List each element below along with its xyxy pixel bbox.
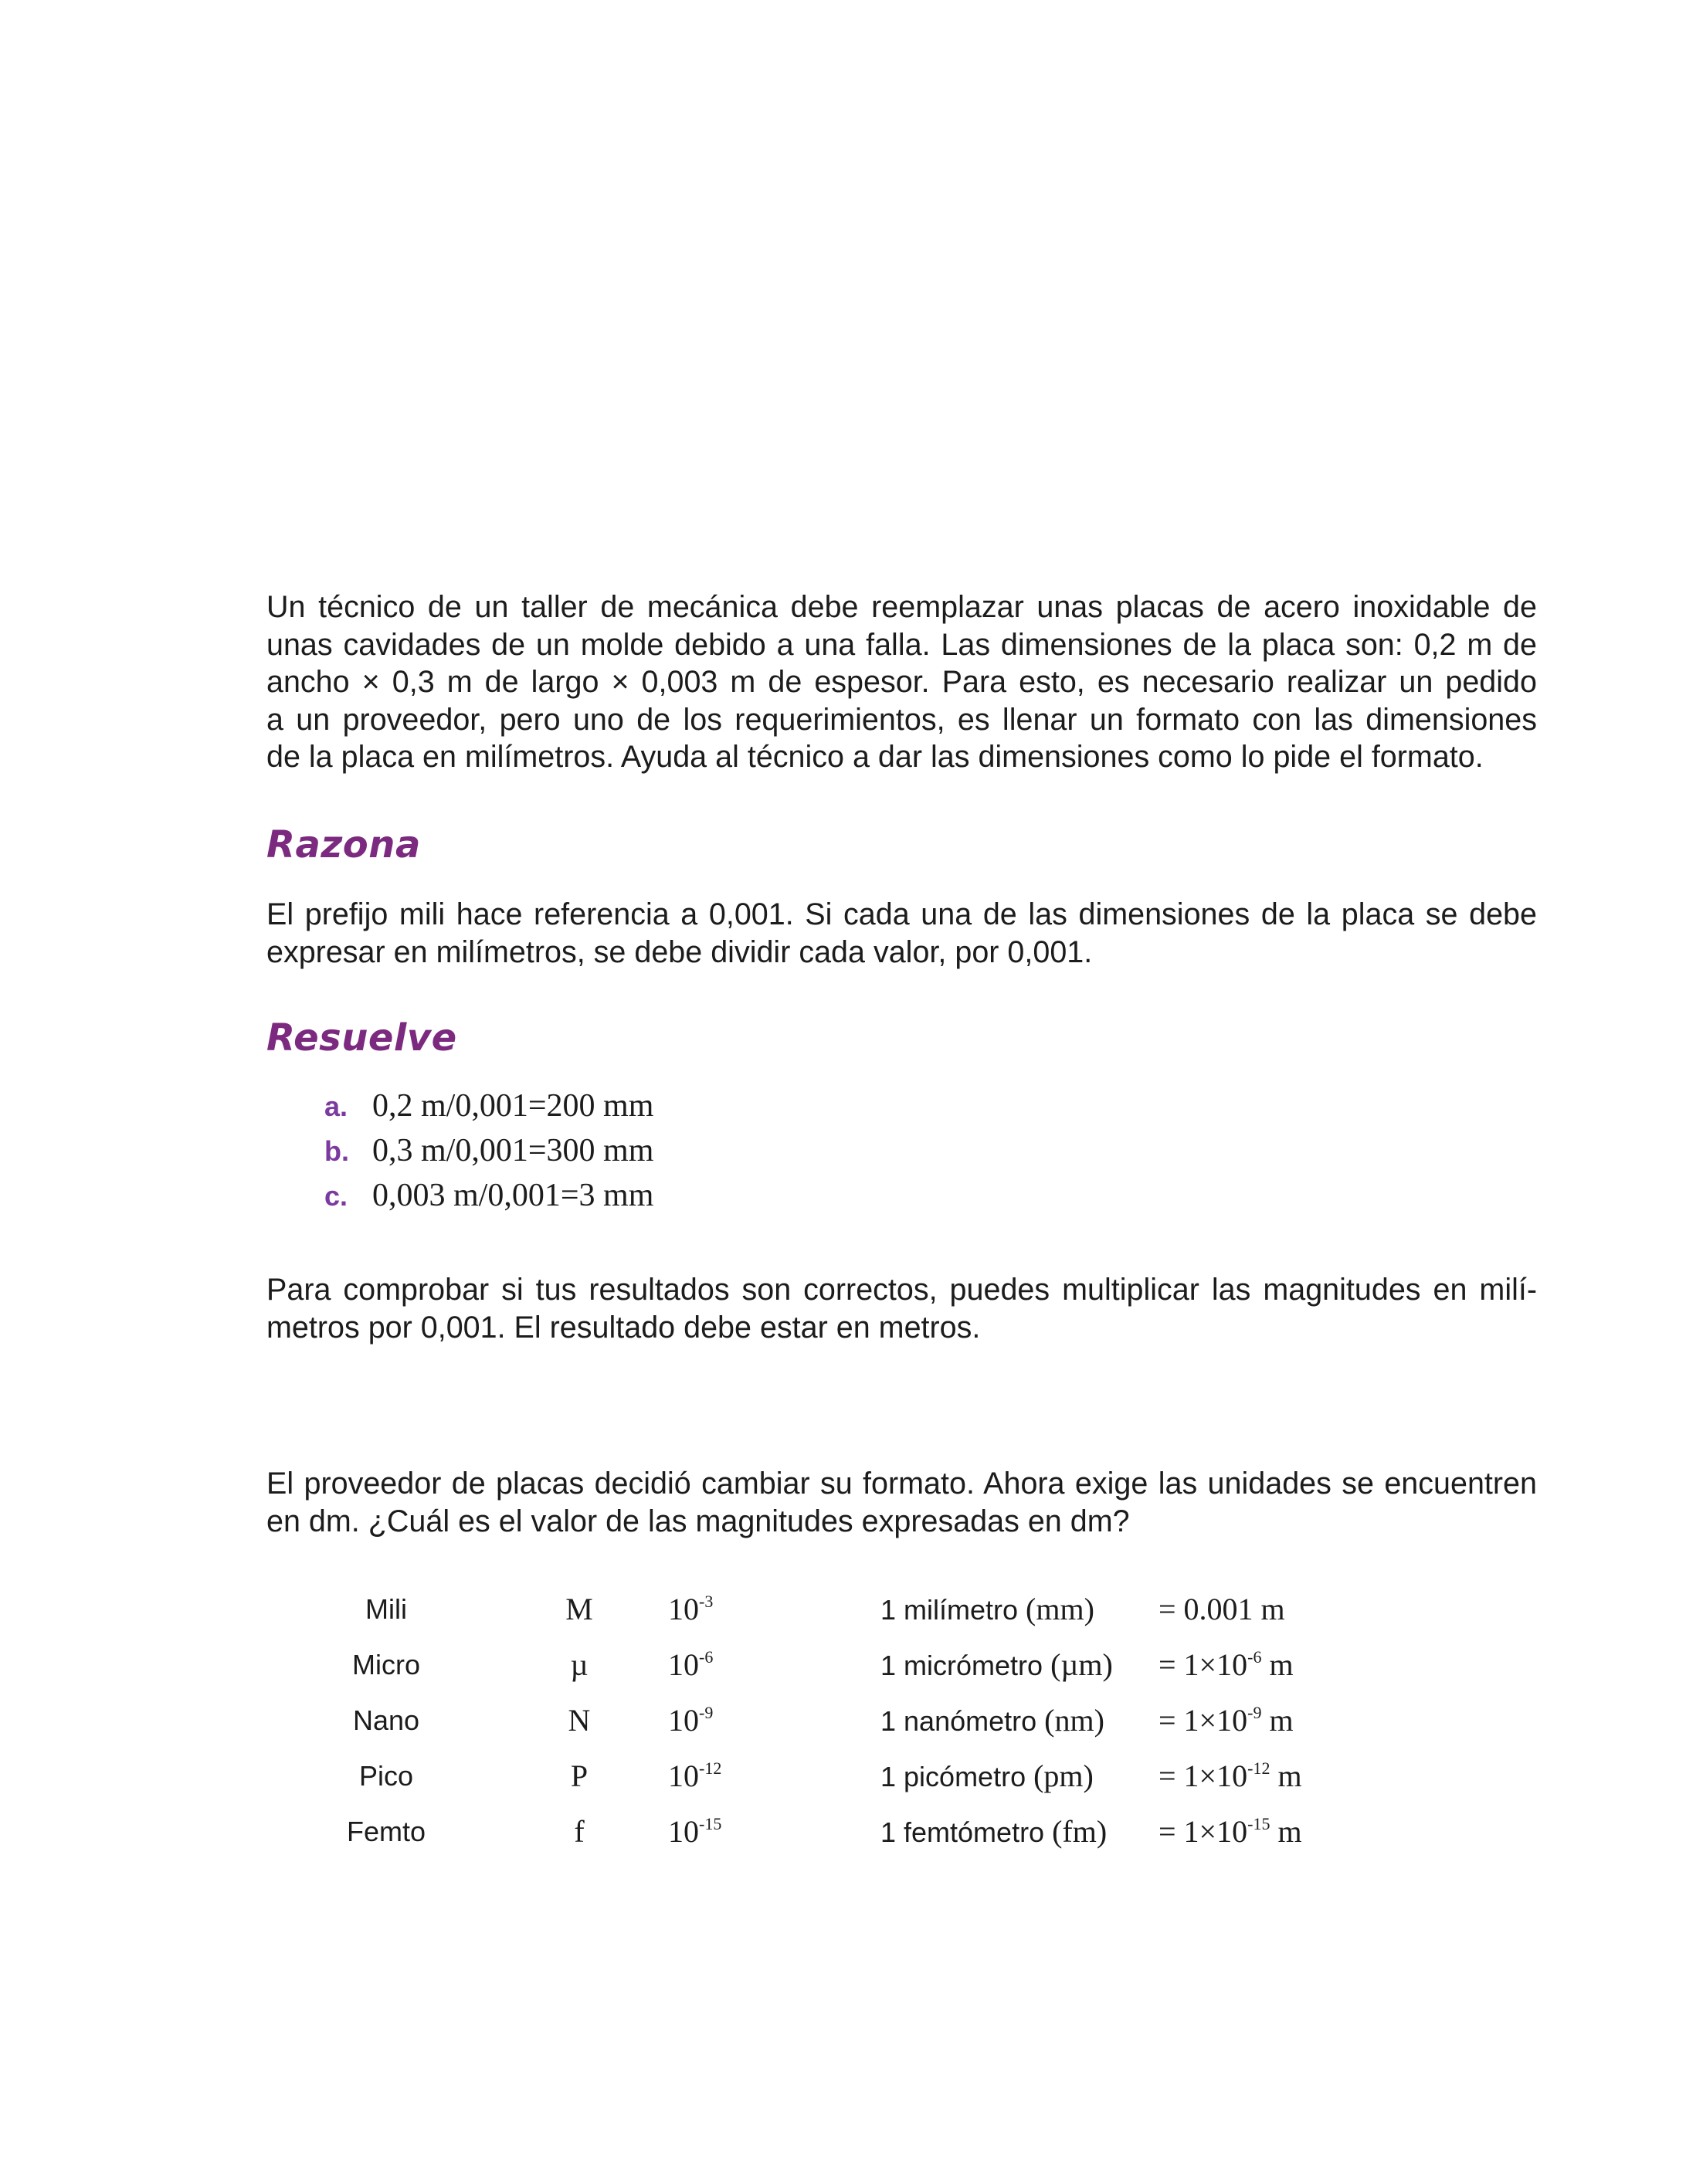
- intro-line: de la placa en milímetros. Ayuda al técn…: [266, 740, 1484, 774]
- prefix-equivalence: = 0.001 m: [1158, 1582, 1285, 1637]
- prefix-name: Mili: [365, 1593, 407, 1625]
- prefix-equivalence: = 1×10-9 m: [1158, 1693, 1294, 1748]
- intro-line: ancho × 0,3 m de largo × 0,003 m de espe…: [266, 665, 1537, 699]
- prefix-name: Micro: [352, 1649, 420, 1680]
- resuelve-heading: Resuelve: [266, 1016, 457, 1060]
- intro-line: a un proveedor, pero uno de los requerim…: [266, 702, 1537, 737]
- power-exponent: -3: [699, 1592, 714, 1611]
- razona-line: El prefijo mili hace referencia a 0,001.…: [266, 897, 1537, 931]
- list-item: b. 0,3 m/0,001=300 mm: [324, 1128, 653, 1173]
- prefix-power: 10-3: [668, 1582, 713, 1637]
- eq-exponent: -12: [1247, 1758, 1270, 1778]
- item-label: a.: [324, 1090, 348, 1122]
- intro-line: unas cavidades de un molde debido a una …: [266, 627, 1537, 662]
- eq-exponent: -15: [1247, 1814, 1270, 1833]
- prefix-definition: 1 nanómetro (nm): [880, 1693, 1104, 1749]
- power-base: 10: [668, 1592, 699, 1626]
- prefix-definition: 1 femtómetro (fm): [880, 1804, 1107, 1860]
- eq-exponent: -6: [1247, 1647, 1262, 1667]
- table-row: Femto f 10-15 1 femtómetro (fm) = 1×10-1…: [293, 1804, 1375, 1860]
- intro-paragraph: Un técnico de un taller de mecánica debe…: [266, 588, 1537, 776]
- check-line: Para comprobar si tus resultados son cor…: [266, 1273, 1537, 1307]
- prefix-power: 10-9: [668, 1693, 713, 1748]
- definition-word: 1 micrómetro: [880, 1650, 1043, 1681]
- prefix-symbol: µ: [570, 1647, 589, 1682]
- eq-pre: = 1×10: [1158, 1647, 1248, 1682]
- list-item: a. 0,2 m/0,001=200 mm: [324, 1084, 653, 1128]
- eq-post: m: [1270, 1814, 1302, 1849]
- power-exponent: -9: [699, 1703, 714, 1722]
- item-label: b.: [324, 1135, 349, 1167]
- definition-unit: (mm): [1026, 1592, 1094, 1626]
- intro-line: Un técnico de un taller de mecánica debe…: [266, 590, 1537, 624]
- eq-pre: = 0.001 m: [1158, 1592, 1285, 1626]
- prefix-name: Nano: [352, 1704, 420, 1736]
- prefix-symbol: f: [574, 1814, 585, 1849]
- prefix-symbol: M: [565, 1592, 593, 1626]
- prefix-equivalence: = 1×10-6 m: [1158, 1637, 1294, 1693]
- resuelve-list: a. 0,2 m/0,001=200 mm b. 0,3 m/0,001=300 m…: [324, 1084, 653, 1218]
- power-base: 10: [668, 1814, 699, 1849]
- prefix-power: 10-12: [668, 1748, 721, 1804]
- power-base: 10: [668, 1758, 699, 1793]
- item-expression: 0,2 m/0,001=200 mm: [372, 1088, 654, 1124]
- prefix-name: Femto: [346, 1816, 426, 1847]
- power-exponent: -15: [699, 1814, 722, 1833]
- item-expression: 0,003 m/0,001=3 mm: [372, 1178, 654, 1213]
- razona-line: expresar en milímetros, se debe dividir …: [266, 934, 1093, 969]
- table-row: Pico P 10-12 1 picómetro (pm) = 1×10-12 …: [293, 1748, 1375, 1804]
- power-base: 10: [668, 1647, 699, 1682]
- check-paragraph: Para comprobar si tus resultados son cor…: [266, 1271, 1537, 1346]
- proveedor-line: El proveedor de placas decidió cambiar s…: [266, 1467, 1537, 1501]
- prefix-name: Pico: [358, 1760, 414, 1792]
- definition-word: 1 milímetro: [880, 1594, 1019, 1626]
- razona-paragraph: El prefijo mili hace referencia a 0,001.…: [266, 896, 1537, 971]
- proveedor-paragraph: El proveedor de placas decidió cambiar s…: [266, 1465, 1537, 1540]
- eq-pre: = 1×10: [1158, 1814, 1248, 1849]
- definition-word: 1 picómetro: [880, 1761, 1026, 1792]
- definition-unit: (µm): [1050, 1647, 1113, 1682]
- eq-post: m: [1261, 1703, 1294, 1738]
- prefix-definition: 1 milímetro (mm): [880, 1582, 1094, 1638]
- eq-post: m: [1270, 1758, 1302, 1793]
- definition-word: 1 femtómetro: [880, 1816, 1045, 1848]
- eq-exponent: -9: [1247, 1703, 1262, 1722]
- definition-unit: (pm): [1033, 1758, 1094, 1793]
- prefix-definition: 1 picómetro (pm): [880, 1748, 1094, 1805]
- check-line: metros por 0,001. El resultado debe esta…: [266, 1310, 981, 1345]
- razona-heading: Razona: [266, 823, 421, 866]
- power-exponent: -6: [699, 1647, 714, 1667]
- item-label: c.: [324, 1180, 348, 1212]
- item-expression: 0,3 m/0,001=300 mm: [372, 1133, 654, 1168]
- proveedor-line: en dm. ¿Cuál es el valor de las magnitud…: [266, 1504, 1130, 1538]
- definition-unit: (nm): [1044, 1703, 1104, 1738]
- prefix-symbol: P: [570, 1758, 589, 1793]
- eq-post: m: [1261, 1647, 1294, 1682]
- prefix-definition: 1 micrómetro (µm): [880, 1637, 1113, 1694]
- power-base: 10: [668, 1703, 699, 1738]
- table-row: Micro µ 10-6 1 micrómetro (µm) = 1×10-6 …: [293, 1637, 1375, 1693]
- eq-pre: = 1×10: [1158, 1703, 1248, 1738]
- power-exponent: -12: [699, 1758, 722, 1778]
- definition-unit: (fm): [1052, 1814, 1108, 1849]
- table-row: Mili M 10-3 1 milímetro (mm) = 0.001 m: [293, 1582, 1375, 1637]
- prefix-power: 10-6: [668, 1637, 713, 1693]
- prefix-symbol: N: [568, 1703, 591, 1738]
- prefix-equivalence: = 1×10-15 m: [1158, 1804, 1302, 1860]
- eq-pre: = 1×10: [1158, 1758, 1248, 1793]
- table-row: Nano N 10-9 1 nanómetro (nm) = 1×10-9 m: [293, 1693, 1375, 1748]
- list-item: c. 0,003 m/0,001=3 mm: [324, 1173, 653, 1218]
- definition-word: 1 nanómetro: [880, 1705, 1037, 1737]
- prefix-equivalence: = 1×10-12 m: [1158, 1748, 1302, 1804]
- prefix-table: Mili M 10-3 1 milímetro (mm) = 0.001 m M…: [293, 1582, 1375, 1860]
- prefix-power: 10-15: [668, 1804, 721, 1860]
